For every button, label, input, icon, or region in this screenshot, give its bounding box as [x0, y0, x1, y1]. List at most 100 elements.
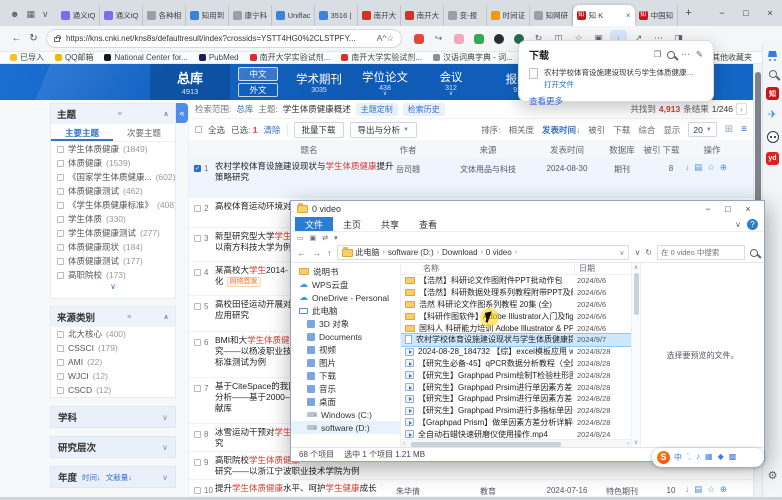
search-history-chip[interactable]: 检索历史 — [403, 103, 445, 116]
file-row[interactable]: 【研究生】Graphpad Prsim进行单因素方差分...2024/8/28 — [401, 393, 631, 405]
pin-icon[interactable]: ✎ — [696, 49, 703, 60]
filter-checkbox-item[interactable]: CSCD(12) — [51, 383, 175, 397]
chinese-mode-icon[interactable]: 中 — [674, 452, 682, 463]
browser-tab[interactable]: 通义tQ — [100, 5, 143, 26]
breadcrumb-segment[interactable]: 此电脑 — [356, 247, 380, 258]
extension-black-icon[interactable] — [490, 30, 507, 47]
scroll-down-icon[interactable]: ∨ — [634, 439, 638, 446]
search-icon[interactable] — [750, 249, 758, 257]
scroll-right-icon[interactable]: › — [627, 441, 629, 447]
download-icon[interactable]: ↓ — [685, 162, 689, 173]
checkbox[interactable] — [57, 244, 64, 251]
checkbox[interactable] — [57, 174, 64, 181]
cnki-lang-tab[interactable]: 中文 — [238, 67, 278, 81]
browser-tab[interactable]: 知中国知 — [635, 5, 678, 26]
back-icon[interactable]: ← — [297, 248, 306, 258]
explorer-menu-查看[interactable]: 查看 — [409, 217, 447, 231]
filter-checkbox-item[interactable]: CSSCI(179) — [51, 341, 175, 355]
time-sort-label[interactable]: 时间↓ — [82, 472, 101, 483]
select-all-checkbox[interactable] — [195, 126, 202, 133]
explorer-nav-item[interactable]: Windows (C:) — [291, 408, 400, 421]
row-checkbox[interactable] — [194, 235, 201, 242]
horizontal-scrollbar[interactable]: ‹ › — [401, 439, 631, 447]
explorer-nav-item[interactable]: 视频 — [291, 343, 400, 356]
checkbox[interactable] — [57, 258, 64, 265]
explorer-nav-item[interactable]: 下载 — [291, 369, 400, 382]
explorer-nav-item[interactable]: 图片 — [291, 356, 400, 369]
subject-filter-bar[interactable]: 学科 ∨ — [50, 406, 176, 428]
topic-custom-chip[interactable]: 主题定制 — [356, 103, 398, 116]
explorer-title-bar[interactable]: 0 video − □ × — [291, 201, 764, 217]
checkbox[interactable] — [57, 272, 64, 279]
result-title-link[interactable]: 提升学生体质健康水平、呵护学生健康成长 — [215, 483, 397, 494]
list-view-icon[interactable]: ≡ — [741, 124, 747, 135]
row-checkbox[interactable] — [194, 385, 201, 392]
sort-option[interactable]: 相关度 — [509, 124, 535, 136]
checkbox[interactable] — [57, 373, 64, 380]
filter-checkbox-item[interactable]: 北大核心(400) — [51, 327, 175, 341]
filter-checkbox-item[interactable]: WJCI(12) — [51, 369, 175, 383]
workspaces-icon[interactable]: ▦ — [26, 9, 35, 20]
refresh-icon[interactable]: ↻ — [25, 33, 42, 44]
cnki-nav-tab[interactable]: 会议312∨ — [418, 69, 484, 96]
checkbox[interactable] — [57, 146, 64, 153]
expand-more-icon[interactable]: ∨ — [51, 282, 175, 294]
see-more-link[interactable]: 查看更多 — [529, 95, 703, 107]
breadcrumb-segment[interactable]: software (D:) — [388, 248, 434, 257]
explorer-nav-item[interactable]: software (D:) — [291, 421, 400, 434]
browser-tab[interactable]: 3516 | — [315, 5, 358, 26]
select-all-label[interactable]: 全选 — [208, 124, 225, 136]
settings-gear-icon[interactable]: ⚙ — [768, 470, 778, 483]
row-checkbox[interactable] — [194, 431, 201, 438]
search-downloads-icon[interactable] — [667, 51, 675, 59]
vscroll-thumb[interactable] — [634, 273, 639, 315]
scroll-left-icon[interactable]: ‹ — [403, 441, 405, 447]
row-checkbox[interactable]: ✓ — [194, 165, 201, 172]
browser-tab[interactable]: Uniflac — [272, 5, 315, 26]
toolbox-icon[interactable]: ▩ — [729, 452, 737, 463]
checkbox[interactable] — [57, 160, 64, 167]
punctuation-icon[interactable]: ’, — [687, 452, 691, 463]
open-downloads-folder-icon[interactable]: ❒ — [654, 49, 662, 60]
explorer-search-input[interactable] — [657, 245, 745, 260]
collapse-card-icon[interactable]: ∧ — [163, 110, 169, 118]
file-row[interactable]: 国科人 科研能力培训 Adobe Illustrator & PPT2024/6… — [401, 322, 631, 334]
explorer-close-button[interactable]: × — [738, 204, 758, 214]
checkbox[interactable] — [57, 331, 64, 338]
youdao-icon[interactable]: yd — [766, 152, 779, 165]
explorer-nav-item[interactable]: 桌面 — [291, 395, 400, 408]
checkbox[interactable] — [57, 202, 64, 209]
tab-actions-icon[interactable]: ∨ — [42, 9, 49, 20]
sort-icon[interactable]: ≡ — [127, 314, 131, 321]
row-checkbox[interactable] — [194, 339, 201, 346]
bookmark-item[interactable]: National Center for... — [104, 52, 187, 63]
tab-close-icon[interactable]: × — [626, 11, 631, 20]
file-row[interactable]: 【研究生】Graphpad Prsim绘制T检验柱形图...2024/8/28 — [401, 369, 631, 381]
topic-tab[interactable]: 主要主题 — [51, 124, 113, 141]
filter-checkbox-item[interactable]: 体质健康(1539) — [51, 156, 175, 170]
explorer-minimize-button[interactable]: − — [698, 204, 718, 214]
adblock-shield-icon[interactable] — [470, 30, 487, 47]
customize-qat-icon[interactable]: ▾ — [334, 234, 338, 242]
explorer-menu-主页[interactable]: 主页 — [333, 217, 371, 231]
maximize-button[interactable]: □ — [734, 0, 758, 26]
explorer-nav-item[interactable]: 说明书 — [291, 265, 400, 278]
favorite-page-icon[interactable]: ☆ — [386, 33, 394, 43]
checkbox[interactable] — [57, 345, 64, 352]
file-row[interactable]: 【浩然】科研论文作图附件PPT批动作包2024/6/6 — [401, 275, 631, 287]
clear-selection-button[interactable]: 清除 — [264, 124, 281, 136]
favorite-icon[interactable]: ☆ — [707, 484, 715, 495]
hscroll-thumb[interactable] — [411, 442, 561, 447]
filter-checkbox-item[interactable]: 高职院校(173) — [51, 268, 175, 282]
refresh-icon[interactable]: ↻ — [645, 248, 652, 257]
file-row[interactable]: 【Graphpad Prism】做单因素方差分析详解(选...2024/8/28 — [401, 417, 631, 429]
close-button[interactable]: × — [758, 0, 782, 26]
explorer-nav-item[interactable]: Documents — [291, 330, 400, 343]
file-row[interactable]: 农村学校体育设施建设现状与学生体质健康提升...2024/9/7 — [401, 334, 631, 346]
sort-option[interactable]: 被引 — [588, 124, 605, 136]
minimize-button[interactable]: − — [710, 0, 734, 26]
html-read-icon[interactable]: ▤ — [694, 162, 702, 173]
send-icon[interactable]: ✈ — [768, 109, 777, 122]
favorite-icon[interactable]: ☆ — [707, 162, 715, 173]
file-row[interactable]: 2024-08-28_184732 【综】excel模板应用 w...2024/… — [401, 346, 631, 358]
